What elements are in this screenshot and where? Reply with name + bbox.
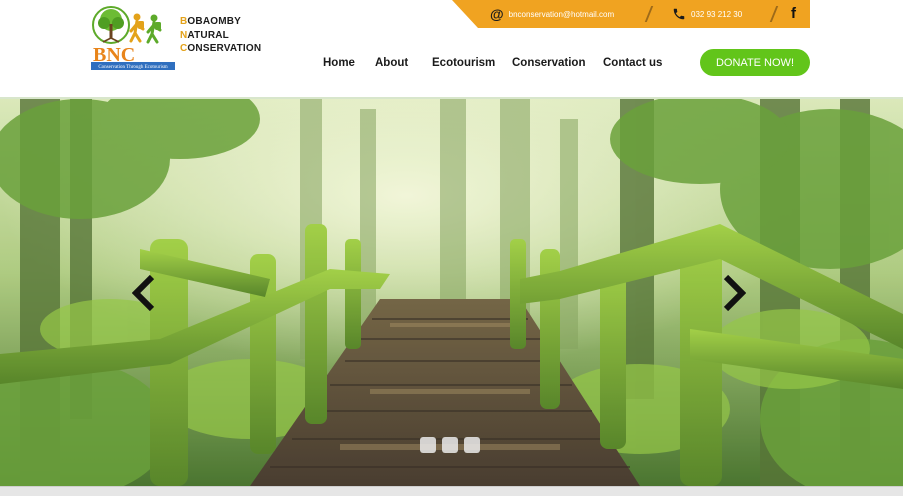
brand-name-line-2: NATURAL xyxy=(180,29,229,41)
nav-conservation[interactable]: Conservation xyxy=(512,57,586,69)
at-icon: @ xyxy=(490,6,504,22)
slider-pagination xyxy=(420,437,480,453)
logo-tagline: Conservation Through Ecotourism xyxy=(98,65,167,70)
phone-icon xyxy=(672,7,686,21)
site-header: BNC Conservation Through Ecotourism BOBA… xyxy=(0,0,903,99)
phone-text: 032 93 212 30 xyxy=(691,9,743,19)
facebook-icon[interactable]: f xyxy=(791,5,796,22)
slider-dot-3[interactable] xyxy=(464,437,480,453)
nav-ecotourism[interactable]: Ecotourism xyxy=(432,57,495,69)
site-logo[interactable]: BNC Conservation Through Ecotourism xyxy=(91,6,175,70)
nav-about[interactable]: About xyxy=(375,57,408,69)
brand-name: BOBAOMBY NATURAL CONSERVATION xyxy=(180,15,261,56)
email-link[interactable]: @ bnconservation@hotmail.com xyxy=(490,0,614,28)
slider-dot-2[interactable] xyxy=(442,437,458,453)
nav-contact-us[interactable]: Contact us xyxy=(603,57,662,69)
donate-button[interactable]: DONATE NOW! xyxy=(700,49,810,76)
phone-link[interactable]: 032 93 212 30 xyxy=(672,0,742,28)
brand-name-line-1: BOBAOMBY xyxy=(180,16,242,27)
brand-name-line-3: CONSERVATION xyxy=(180,43,262,54)
nav-home[interactable]: Home xyxy=(323,57,355,69)
chevron-right-icon[interactable] xyxy=(718,274,747,312)
email-text: bnconservation@hotmail.com xyxy=(508,9,615,19)
logo-graphic: BNC Conservation Through Ecotourism xyxy=(91,6,175,70)
contact-bar: @ bnconservation@hotmail.com 032 93 212 … xyxy=(452,0,810,28)
page-bottom-strip xyxy=(0,486,903,496)
hero-slider xyxy=(0,99,903,486)
slider-dot-1[interactable] xyxy=(420,437,436,453)
chevron-left-icon[interactable] xyxy=(131,274,160,312)
